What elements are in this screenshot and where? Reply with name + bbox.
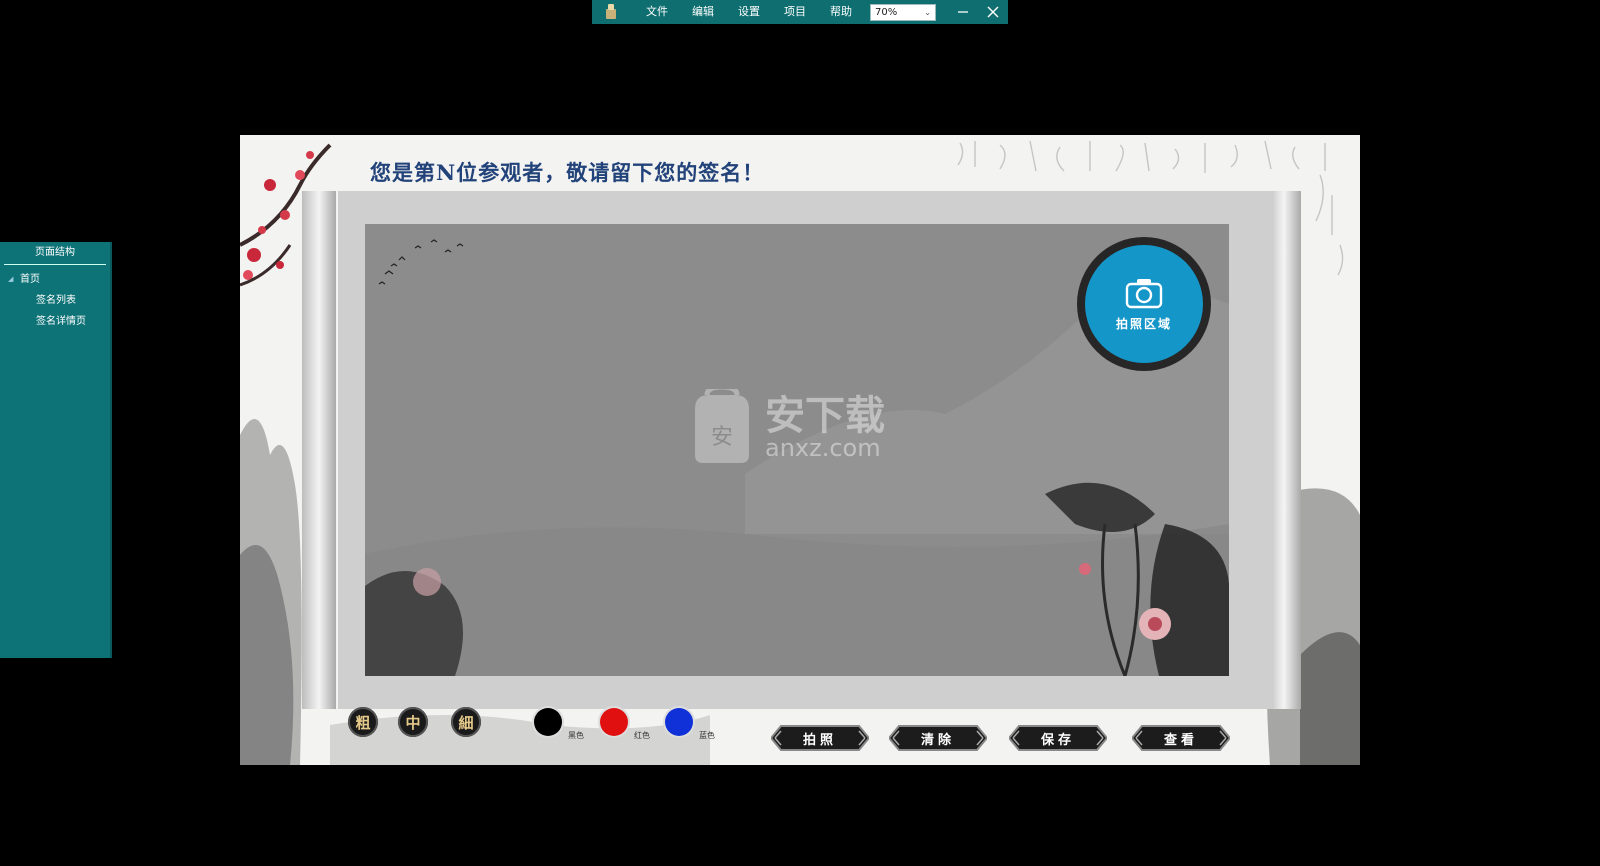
tree-item-signature-list[interactable]: 签名列表 — [0, 290, 110, 311]
menu-edit[interactable]: 编辑 — [680, 0, 726, 24]
app-icon — [604, 4, 618, 20]
panel-title: 页面结构 — [4, 242, 106, 265]
signature-stage: 您是第N位参观者，敬请留下您的签名！ 安 安下载 anxz.com 拍照区域 — [240, 135, 1360, 765]
take-photo-label: 拍照 — [802, 732, 837, 748]
camera-icon — [1125, 278, 1163, 308]
watermark-text: 安下载 anxz.com — [765, 396, 885, 460]
watermark: 安 安下载 anxz.com — [687, 389, 885, 467]
color-black-label: 黑色 — [568, 731, 584, 740]
zoom-select[interactable]: 70% ⌄ — [870, 3, 936, 21]
watermark-badge-text: 安 — [711, 425, 733, 450]
shield-icon: 安 — [695, 389, 749, 463]
stroke-medium-button[interactable]: 中 — [398, 707, 428, 737]
zoom-value: 70% — [875, 6, 898, 18]
page-structure-panel: 页面结构 ◢ 首页 签名列表 签名详情页 — [0, 242, 112, 658]
color-red-label: 红色 — [634, 731, 650, 740]
view-label: 查看 — [1163, 732, 1198, 748]
save-label: 保存 — [1040, 732, 1075, 748]
menu-bar: 文件 编辑 设置 项目 帮助 70% ⌄ — [592, 0, 1008, 24]
watermark-en: anxz.com — [765, 434, 881, 462]
photo-zone-label: 拍照区域 — [1115, 316, 1172, 331]
close-icon — [987, 6, 999, 18]
clear-label: 清除 — [920, 732, 955, 748]
page-title: 您是第N位参观者，敬请留下您的签名！ — [370, 160, 765, 185]
menu-help[interactable]: 帮助 — [818, 0, 864, 24]
left-scroll-rod — [302, 191, 336, 709]
save-button[interactable]: 保存 — [1009, 723, 1107, 753]
menu-settings[interactable]: 设置 — [726, 0, 772, 24]
expand-arrow-icon[interactable]: ◢ — [8, 269, 13, 290]
clear-button[interactable]: 清除 — [889, 723, 987, 753]
minimize-button[interactable] — [950, 0, 976, 24]
close-button[interactable] — [980, 0, 1006, 24]
menu-project[interactable]: 项目 — [772, 0, 818, 24]
stroke-thick-button[interactable]: 粗 — [348, 707, 378, 737]
menu-file[interactable]: 文件 — [634, 0, 680, 24]
view-button[interactable]: 查看 — [1132, 723, 1230, 753]
color-black-button[interactable] — [534, 708, 562, 736]
stroke-thin-button[interactable]: 細 — [451, 707, 481, 737]
color-blue-label: 蓝色 — [699, 731, 715, 740]
watermark-cn: 安下载 — [765, 393, 885, 439]
tree-item-signature-detail[interactable]: 签名详情页 — [0, 311, 110, 332]
color-red-button[interactable] — [600, 708, 628, 736]
tree-item-home[interactable]: ◢ 首页 — [0, 269, 110, 290]
minimize-icon — [958, 11, 968, 13]
take-photo-button[interactable]: 拍照 — [771, 723, 869, 753]
photo-zone-button[interactable]: 拍照区域 — [1085, 245, 1203, 363]
chevron-down-icon: ⌄ — [924, 7, 931, 17]
color-blue-button[interactable] — [665, 708, 693, 736]
tree-item-label: 首页 — [20, 274, 40, 285]
